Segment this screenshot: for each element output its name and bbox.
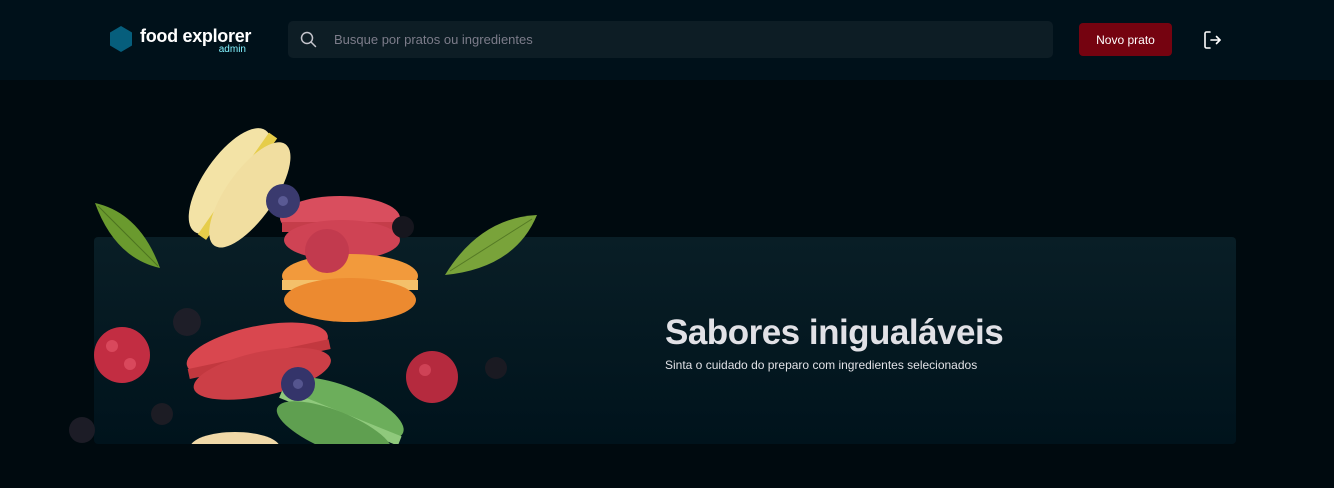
hexagon-logo-icon (110, 26, 132, 52)
banner-title: Sabores inigualáveis (665, 313, 1004, 352)
banner-text: Sabores inigualáveis Sinta o cuidado do … (665, 313, 1225, 372)
banner-subtitle: Sinta o cuidado do preparo com ingredien… (665, 358, 978, 372)
header: food explorer admin Novo prato (0, 0, 1334, 80)
logo-subtitle: admin (218, 44, 246, 55)
sign-out-icon[interactable] (1202, 29, 1224, 51)
new-dish-button[interactable]: Novo prato (1079, 23, 1172, 56)
search-icon[interactable] (300, 31, 317, 48)
macarons-icon (69, 128, 537, 444)
logo[interactable]: food explorer admin (110, 26, 260, 56)
search-input[interactable] (334, 21, 1034, 58)
search-bar (288, 21, 1053, 58)
